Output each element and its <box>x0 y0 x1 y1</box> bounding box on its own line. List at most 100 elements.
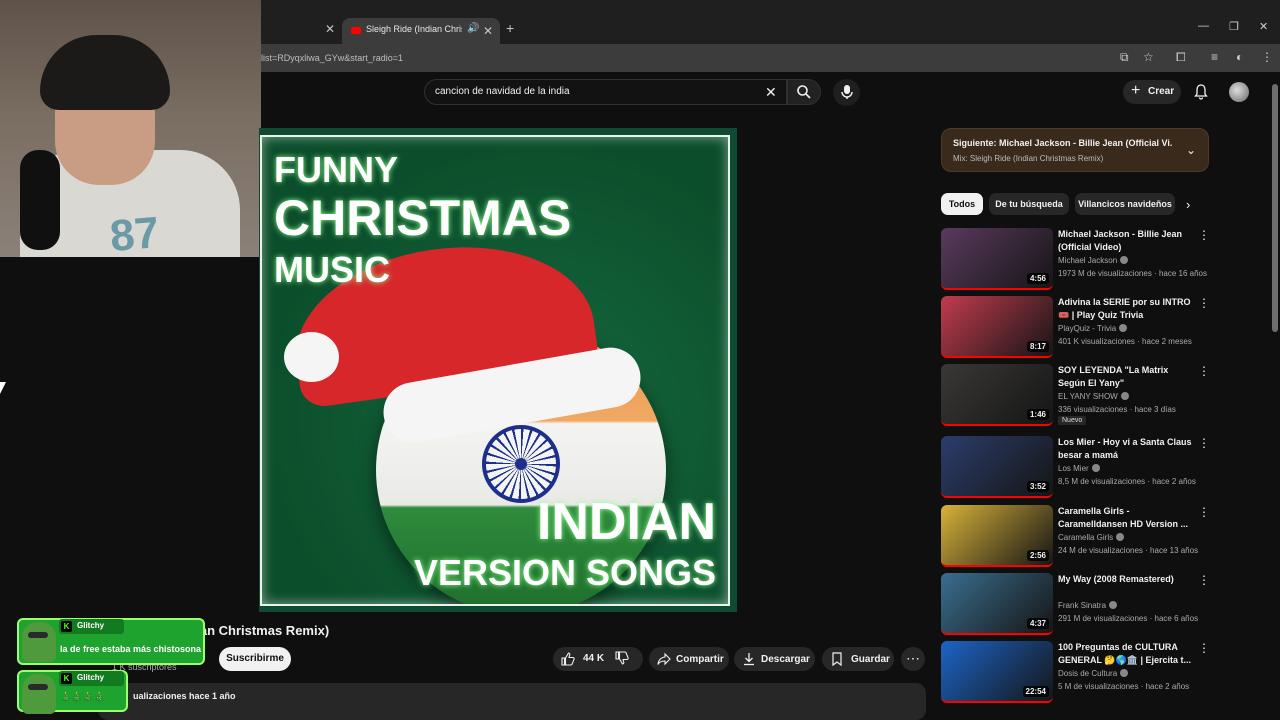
page-scrollbar[interactable] <box>1271 72 1280 720</box>
recommendation-item[interactable]: 2:56 Caramella Girls - Caramelldansen HD … <box>941 505 1210 569</box>
subscribe-button[interactable]: Suscribirme <box>219 647 291 671</box>
download-icon <box>744 653 754 666</box>
chat-username: Glitchy <box>77 673 105 682</box>
kick-logo-icon: K <box>61 621 72 632</box>
recommendation-meta: 24 M de visualizaciones · hace 13 años <box>1058 546 1199 555</box>
close-icon[interactable]: ✕ <box>325 22 335 36</box>
new-badge: Nuevo <box>1058 416 1087 425</box>
close-icon[interactable]: ✕ <box>483 24 493 38</box>
recommendation-item[interactable]: 4:37 My Way (2008 Remastered) Frank Sinatr… <box>941 573 1210 637</box>
chip-de-tu-busqueda[interactable]: De tu búsqueda <box>989 193 1069 215</box>
recommendation-thumbnail[interactable]: 3:52 <box>941 436 1053 498</box>
recommendation-channel[interactable]: PlayQuiz - Trivia <box>1058 324 1128 333</box>
up-next-panel[interactable]: Siguiente: Michael Jackson - Billie Jean… <box>941 128 1209 172</box>
chevron-right-icon[interactable]: › <box>1186 197 1190 212</box>
clear-search-icon[interactable]: ✕ <box>765 84 777 101</box>
share-button[interactable]: Compartir <box>649 647 729 671</box>
maximize-icon[interactable]: ❐ <box>1229 20 1239 33</box>
recommendation-title[interactable]: Caramella Girls - Caramelldansen HD Vers… <box>1058 505 1193 531</box>
recommendation-title[interactable]: My Way (2008 Remastered) <box>1058 573 1193 586</box>
more-options-icon[interactable]: ⋮ <box>1198 505 1210 519</box>
more-options-icon[interactable]: ⋮ <box>1198 364 1210 378</box>
views-and-date: ualizaciones hace 1 año <box>133 691 236 701</box>
more-options-icon[interactable]: ⋮ <box>1198 228 1210 242</box>
media-controls-icon[interactable]: ≡ <box>1211 50 1218 64</box>
browser-tab-active[interactable]: Sleigh Ride (Indian Christmas Remix) 🔊 ✕ <box>342 18 500 44</box>
recommendation-thumbnail[interactable]: 4:37 <box>941 573 1053 635</box>
recommendation-item[interactable]: 22:54 100 Preguntas de CULTURA GENERAL 🤔🌎… <box>941 641 1210 705</box>
search-icon <box>797 85 811 99</box>
chat-username-tag: K Glitchy <box>59 671 124 686</box>
recommendation-meta: 336 visualizaciones · hace 3 días <box>1058 405 1176 414</box>
description-box[interactable] <box>98 683 926 720</box>
more-options-icon[interactable]: ⋮ <box>1198 436 1210 450</box>
download-label: Descargar <box>761 654 810 665</box>
recommendation-channel[interactable]: EL YANY SHOW <box>1058 392 1129 401</box>
chip-villancicos[interactable]: Villancicos navideños <box>1075 193 1175 215</box>
more-options-icon[interactable]: ⋮ <box>1198 641 1210 655</box>
video-duration: 4:37 <box>1026 618 1049 629</box>
recommendation-channel[interactable]: Frank Sinatra <box>1058 601 1118 610</box>
recommendation-thumbnail[interactable]: 2:56 <box>941 505 1053 567</box>
recommendation-channel[interactable]: Caramella Girls <box>1058 533 1125 542</box>
recommendation-item[interactable]: 8:17 Adivina la SERIE por su INTRO 🎟️ | P… <box>941 296 1210 360</box>
chevron-down-icon[interactable]: ⌄ <box>1186 143 1196 157</box>
recommendation-thumbnail[interactable]: 1:46 <box>941 364 1053 426</box>
profile-icon[interactable]: ◐ <box>1236 50 1243 64</box>
recommendation-item[interactable]: 3:52 Los Mier - Hoy vi a Santa Claus besa… <box>941 436 1210 500</box>
more-options-icon[interactable]: ⋮ <box>1198 296 1210 310</box>
recommendation-item[interactable]: 4:56 Michael Jackson - Billie Jean (Offic… <box>941 228 1210 292</box>
recommendation-title[interactable]: Michael Jackson - Billie Jean (Official … <box>1058 228 1193 254</box>
screen: ✕ Sleigh Ride (Indian Christmas Remix) 🔊… <box>0 0 1280 720</box>
recommendation-thumbnail[interactable]: 22:54 <box>941 641 1053 703</box>
video-player[interactable]: FUNNY CHRISTMAS MUSIC INDIAN VERSION SON… <box>259 128 737 612</box>
browser-tab-inactive[interactable]: ✕ <box>262 18 340 40</box>
video-duration: 8:17 <box>1026 341 1049 352</box>
streamer-webcam: 87 <box>0 0 261 257</box>
scrollbar-thumb[interactable] <box>1272 84 1278 332</box>
minimize-icon[interactable]: — <box>1198 20 1209 32</box>
window-close-icon[interactable]: ✕ <box>1259 20 1268 33</box>
more-actions-icon[interactable]: ⋯ <box>901 647 925 671</box>
recommendation-thumbnail[interactable]: 8:17 <box>941 296 1053 358</box>
santa-hat-pompom <box>284 332 339 382</box>
chip-todos[interactable]: Todos <box>941 193 983 215</box>
up-next-title: Siguiente: Michael Jackson - Billie Jean… <box>953 138 1173 148</box>
recommendation-item[interactable]: 1:46 SOY LEYENDA "La Matrix Según El Yany… <box>941 364 1210 428</box>
recommendation-thumbnail[interactable]: 4:56 <box>941 228 1053 290</box>
search-button[interactable] <box>787 79 821 105</box>
save-button[interactable]: Guardar <box>822 647 894 671</box>
notifications-bell-icon[interactable] <box>1193 84 1209 100</box>
recommendation-title[interactable]: SOY LEYENDA "La Matrix Según El Yany" <box>1058 364 1193 390</box>
download-button[interactable]: Descargar <box>734 647 815 671</box>
bookmark-star-icon[interactable]: ☆ <box>1143 50 1154 64</box>
voice-search-button[interactable] <box>833 79 860 106</box>
thumbnail-text-version-songs: VERSION SONGS <box>413 552 716 593</box>
thumbnail-text-music: MUSIC <box>274 249 390 290</box>
recommendation-title[interactable]: Adivina la SERIE por su INTRO 🎟️ | Play … <box>1058 296 1193 322</box>
install-app-icon[interactable]: ⧉ <box>1120 50 1129 65</box>
create-button[interactable]: + Crear <box>1123 80 1181 104</box>
recommendation-title[interactable]: Los Mier - Hoy vi a Santa Claus besar a … <box>1058 436 1193 462</box>
speaker-icon[interactable]: 🔊 <box>467 23 479 34</box>
webcam-shirt-print: 87 <box>107 207 161 257</box>
more-options-icon[interactable]: ⋮ <box>1198 573 1210 587</box>
video-duration: 1:46 <box>1026 409 1049 420</box>
extensions-icon[interactable]: ⧠ <box>1176 50 1186 65</box>
new-tab-icon[interactable]: + <box>506 20 514 36</box>
recommendation-title[interactable]: 100 Preguntas de CULTURA GENERAL 🤔🌎🏛️ | … <box>1058 641 1193 667</box>
like-button[interactable]: 44 K <box>559 650 609 668</box>
recommendation-channel[interactable]: Michael Jackson <box>1058 256 1129 265</box>
search-query[interactable]: cancion de navidad de la india <box>435 86 570 97</box>
account-avatar[interactable] <box>1229 82 1249 102</box>
browser-menu-icon[interactable]: ⋮ <box>1261 50 1273 64</box>
thumbs-down-icon[interactable] <box>615 651 629 665</box>
filter-chips: Todos De tu búsqueda Villancicos navideñ… <box>941 193 1209 217</box>
recommendation-channel[interactable]: Dosis de Cultura <box>1058 669 1129 678</box>
url-text[interactable]: list=RDyqxliwa_GYw&start_radio=1 <box>261 53 403 63</box>
recommendation-meta: 1973 M de visualizaciones · hace 16 años <box>1058 269 1207 278</box>
like-dislike-group: 44 K <box>553 647 643 671</box>
chat-message: K Glitchy la de free estaba más chistoso… <box>17 618 205 665</box>
search-input[interactable]: cancion de navidad de la india ✕ <box>424 79 787 105</box>
recommendation-channel[interactable]: Los Mier <box>1058 464 1100 473</box>
